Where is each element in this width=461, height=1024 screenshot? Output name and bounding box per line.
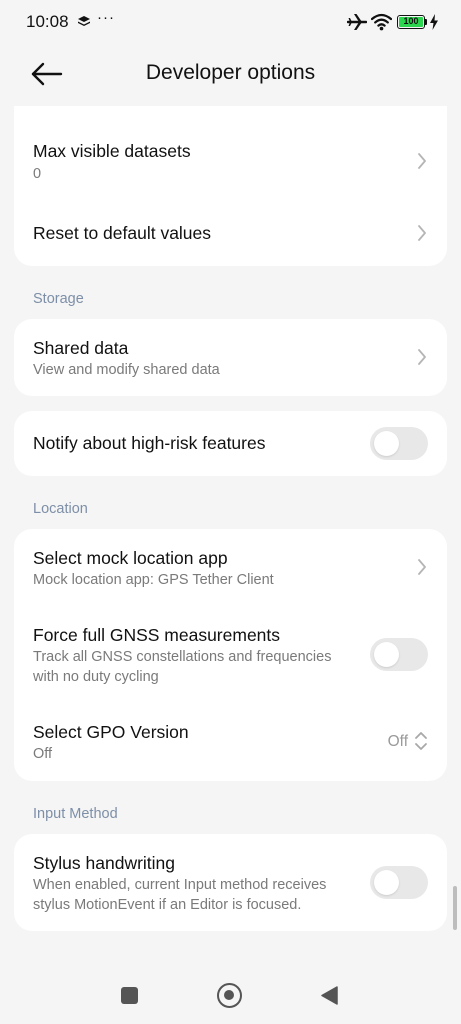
home-dot-icon [224,990,234,1000]
settings-card-input-method: Stylus handwriting When enabled, current… [14,834,447,931]
stylus-handwriting-title: Stylus handwriting [33,853,176,873]
reset-default-values-title: Reset to default values [33,223,212,243]
chevron-right-icon [418,225,426,241]
home-button[interactable] [217,983,242,1008]
toggle-knob [374,870,399,895]
reset-default-values-item[interactable]: Reset to default values [14,206,447,261]
force-gnss-subtitle-line2: with no duty cycling [33,669,159,685]
status-bar: 10:08 ··· 100 [0,0,461,44]
stylus-handwriting-item[interactable]: Stylus handwriting When enabled, current… [14,834,447,931]
scrollbar[interactable] [453,886,457,930]
max-visible-datasets-item[interactable]: Max visible datasets 0 [14,126,447,196]
force-gnss-subtitle-line1: Track all GNSS constellations and freque… [33,649,332,665]
toggle-knob [374,642,399,667]
section-label-input-method: Input Method [33,806,118,822]
nav-back-button[interactable] [321,986,338,1005]
force-gnss-toggle[interactable] [370,638,428,671]
notify-high-risk-title: Notify about high-risk features [33,433,266,453]
stylus-handwriting-subtitle-line1: When enabled, current Input method recei… [33,877,327,893]
battery-level: 100 [399,17,423,27]
settings-card-notify: Notify about high-risk features [14,411,447,476]
select-gpo-version-item[interactable]: Select GPO Version Off Off [14,703,447,781]
stylus-handwriting-subtitle-line2: stylus MotionEvent if an Editor is focus… [33,897,302,913]
max-visible-datasets-title: Max visible datasets [33,141,191,161]
max-visible-datasets-value: 0 [33,166,42,182]
page-title: Developer options [145,61,316,84]
select-gpo-version-title: Select GPO Version [33,722,189,742]
settings-card-storage: Shared data View and modify shared data [14,319,447,396]
settings-card-location: Select mock location app Mock location a… [14,529,447,781]
charging-bolt-icon [430,14,438,30]
gpo-version-value: Off [387,733,408,750]
section-label-storage: Storage [33,291,84,307]
app-bar: Developer options [0,44,461,106]
mock-location-app-title: Select mock location app [33,548,228,568]
stack-icon [78,16,90,26]
section-label-location: Location [33,501,88,517]
shared-data-title: Shared data [33,338,129,358]
more-notifications-icon: ··· [97,9,115,26]
wifi-icon [371,13,392,31]
notify-high-risk-item[interactable]: Notify about high-risk features [14,411,447,476]
mock-location-app-subtitle: Mock location app: GPS Tether Client [33,572,274,588]
airplane-icon [347,14,367,30]
notify-high-risk-toggle[interactable] [370,427,428,460]
chevron-right-icon [418,153,426,169]
chevron-up-down-icon [415,732,427,750]
select-gpo-version-subtitle: Off [33,746,53,762]
stylus-handwriting-toggle[interactable] [370,866,428,899]
shared-data-subtitle: View and modify shared data [33,362,220,378]
force-gnss-title: Force full GNSS measurements [33,625,281,645]
screen: 10:08 ··· 100 Developer options Max visi… [0,0,461,1024]
chevron-right-icon [418,349,426,365]
recents-button[interactable] [121,987,138,1004]
toggle-knob [374,431,399,456]
shared-data-item[interactable]: Shared data View and modify shared data [14,319,447,396]
battery-icon: 100 [397,15,425,29]
mock-location-app-item[interactable]: Select mock location app Mock location a… [14,529,447,607]
settings-card-datasets: Max visible datasets 0 Reset to default … [14,106,447,266]
chevron-right-icon [418,559,426,575]
battery-cap [425,19,427,25]
status-time: 10:08 [26,12,69,31]
force-gnss-item[interactable]: Force full GNSS measurements Track all G… [14,609,447,701]
